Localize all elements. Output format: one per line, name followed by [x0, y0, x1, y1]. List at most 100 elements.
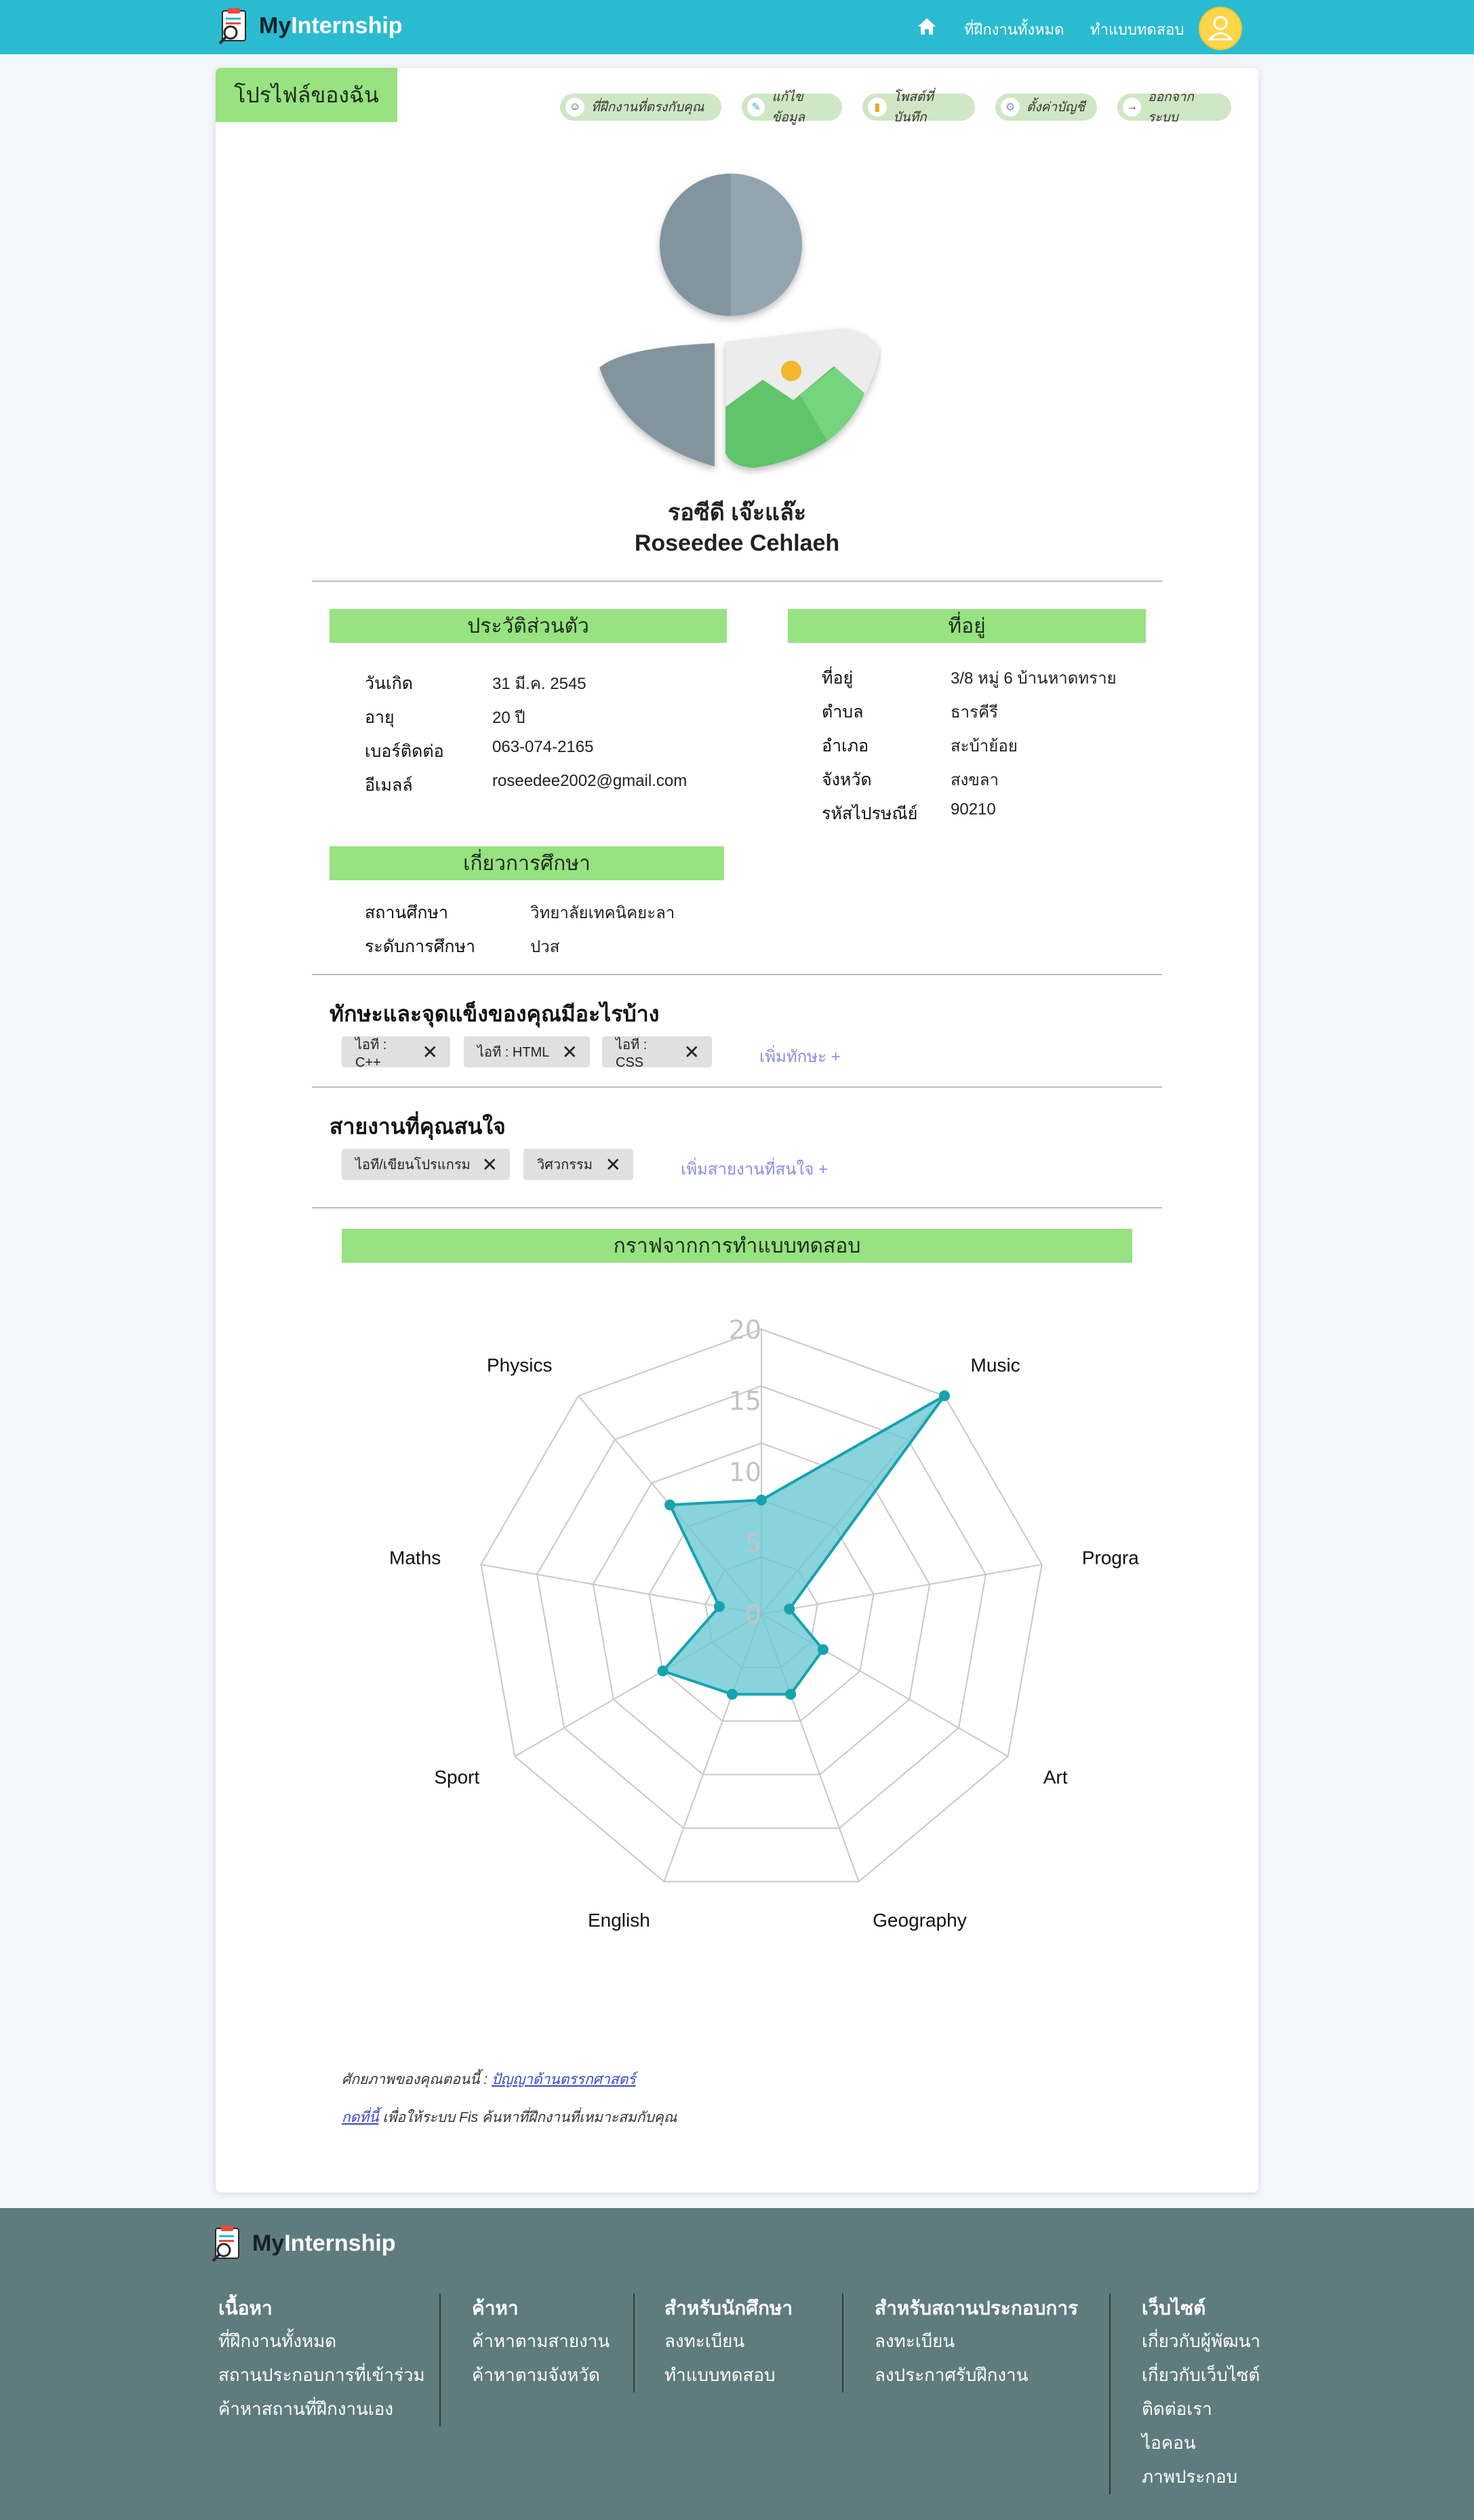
skill-chip-label: ไอที : HTML	[477, 1045, 550, 1060]
divider	[312, 1207, 1162, 1208]
email-value: roseedee2002@gmail.com	[492, 772, 688, 790]
district-label: อำเภอ	[822, 736, 869, 755]
phone-label: เบอร์ติดต่อ	[365, 742, 444, 761]
radar-data-point	[657, 1666, 669, 1676]
divider	[312, 580, 1162, 582]
personal-info-header: ประวัติส่วนตัว	[330, 609, 727, 643]
nav-take-test[interactable]: ทำแบบทดสอบ	[1090, 18, 1184, 41]
education-header: เกี่ยวการศึกษา	[330, 846, 724, 880]
radar-data-point	[784, 1603, 795, 1615]
footer-link[interactable]: ค้าหาสถานที่ฝึกงานเอง	[218, 2395, 393, 2423]
skill-chip: ไอที : C++ ✕	[342, 1036, 450, 1070]
skill-chip: ไอที : HTML ✕	[464, 1036, 590, 1067]
radar-category-label: Maths	[389, 1548, 441, 1569]
nav-all-internships[interactable]: ที่ฝึกงานทั้งหมด	[964, 18, 1064, 41]
add-interest-link[interactable]: เพิ่มสายงานที่สนใจ +	[681, 1156, 828, 1182]
name-thai: รอซีดี เจ๊ะแล๊ะ	[667, 500, 807, 526]
remove-icon[interactable]: ✕	[605, 1154, 621, 1176]
profile-picture-placeholder[interactable]	[597, 170, 881, 475]
interests-title: สายงานที่คุณสนใจ	[330, 1114, 506, 1139]
pill-label: ที่ฝึกงานที่ตรงกับคุณ	[591, 100, 704, 115]
pill-label: ออกจากระบบ	[1148, 90, 1194, 125]
remove-icon[interactable]: ✕	[422, 1041, 438, 1063]
footer-link[interactable]: ลงทะเบียน	[664, 2327, 744, 2355]
radar-tick-label: 10	[729, 1457, 761, 1487]
home-icon[interactable]	[917, 16, 937, 37]
pill-label: แก้ไขข้อมูล	[772, 90, 805, 125]
footer-link[interactable]: ไอคอน	[1142, 2429, 1195, 2457]
education-level-label: ระดับการศึกษา	[365, 937, 476, 956]
footer-link[interactable]: เกี่ยวกับผู้พัฒนา	[1142, 2327, 1260, 2355]
navbar: MyInternship ที่ฝึกงานทั้งหมด ทำแบบทดสอบ	[0, 0, 1474, 54]
skills-title: ทักษะและจุดแข็งของคุณมีอะไรบ้าง	[330, 1002, 660, 1026]
radar-category-label: Music	[971, 1354, 1020, 1375]
interest-chip-label: ไอที/เขียนโปรแกรม	[355, 1158, 471, 1173]
province-value: สงขลา	[951, 771, 999, 789]
logout-icon: →	[1123, 98, 1142, 117]
radar-chart: 05101520BiologyMusicProgrammArtGeography…	[389, 1315, 1139, 1931]
school-value: วิทยาลัยเทคนิคยะลา	[530, 904, 675, 922]
remove-icon[interactable]: ✕	[482, 1154, 498, 1176]
brand-my: My	[259, 12, 292, 39]
footer-link[interactable]: ลงประกาศรับฝึกงาน	[875, 2361, 1028, 2389]
footer-link[interactable]: ทำแบบทดสอบ	[664, 2361, 776, 2389]
footer-link[interactable]: ค้าหาตามจังหวัด	[472, 2361, 600, 2389]
saved-posts-button[interactable]: ▮ โพสต์ที่บันทึก	[862, 90, 975, 125]
search-hint: กดที่นี้ เพื่อให้ระบบ Fis ค้นหาที่ฝึกงาน…	[342, 2106, 677, 2129]
footer-website-title: เว็บไซต์	[1142, 2298, 1206, 2319]
potential-link[interactable]: ปัญญาด้านตรรกศาสตร์	[492, 2072, 635, 2087]
divider	[312, 1086, 1162, 1088]
edit-profile-button[interactable]: ✎ แก้ไขข้อมูล	[742, 90, 842, 125]
matched-internships-button[interactable]: ☺ ที่ฝึกงานที่ตรงกับคุณ	[560, 94, 721, 121]
radar-category-label: Sport	[434, 1767, 479, 1788]
brand-logo[interactable]: MyInternship	[216, 7, 403, 45]
footer-link[interactable]: ภาพประกอบ	[1142, 2463, 1237, 2491]
account-settings-button[interactable]: ⚙ ตั้งค่าบัญชี	[995, 94, 1097, 121]
education-level-value: ปวส	[530, 938, 560, 956]
footer-brand-logo[interactable]: MyInternship	[209, 2224, 396, 2262]
footer-link[interactable]: เกี่ยวกับเว็บไซต์	[1142, 2361, 1260, 2389]
radar-data-point	[938, 1390, 950, 1402]
birthday-value: 31 มี.ค. 2545	[492, 675, 586, 693]
pill-label: โพสต์ที่บันทึก	[893, 90, 934, 125]
radar-category-label: Art	[1043, 1767, 1068, 1788]
remove-icon[interactable]: ✕	[684, 1041, 700, 1063]
province-label: จังหวัด	[822, 770, 872, 789]
birthday-label: วันเกิด	[365, 674, 414, 693]
interest-chip: วิศวกรรม ✕	[523, 1149, 633, 1180]
footer-link[interactable]: สถานประกอบการที่เข้าร่วม	[218, 2361, 425, 2389]
postcode-value: 90210	[951, 800, 996, 819]
radar-data-point	[756, 1495, 767, 1505]
radar-tick-label: 0	[745, 1600, 761, 1630]
address-label: ที่อยู่	[822, 669, 854, 688]
footer-link[interactable]: ติดต่อเรา	[1142, 2395, 1212, 2423]
skill-chip: ไอที : CSS ✕	[602, 1036, 712, 1070]
footer-divider	[842, 2293, 843, 2393]
address-value: 3/8 หมู่ 6 บ้านหาดทราย	[951, 669, 1117, 688]
radar-series-area	[660, 1394, 946, 1696]
profile-tab[interactable]: โปรไฟล์ของฉัน	[216, 68, 397, 122]
name-english: Roseedee Cehlaeh	[634, 530, 840, 556]
subdistrict-value: ธารคีรี	[951, 703, 998, 722]
address-header: ที่อยู่	[788, 609, 1146, 643]
footer-search-title: ค้าหา	[472, 2298, 519, 2319]
skill-chip-label: ไอที : CSS	[616, 1037, 648, 1070]
footer-content-title: เนื้อหา	[218, 2298, 273, 2319]
logout-button[interactable]: → ออกจากระบบ	[1117, 90, 1231, 125]
footer-link[interactable]: ที่ฝึกงานทั้งหมด	[218, 2327, 336, 2355]
radar-data-point	[726, 1689, 738, 1700]
radar-category-label: Geography	[873, 1910, 967, 1931]
footer-link[interactable]: ค้าหาตามสายงาน	[472, 2327, 610, 2355]
add-skill-link[interactable]: เพิ่มทักษะ +	[759, 1043, 841, 1069]
brand-internship: Internship	[291, 12, 403, 39]
radar-data-point	[664, 1499, 676, 1511]
remove-icon[interactable]: ✕	[562, 1041, 578, 1063]
radar-tick-label: 5	[745, 1529, 761, 1558]
footer-link[interactable]: ลงทะเบียน	[875, 2327, 955, 2355]
district-value: สะบ้าย้อย	[951, 737, 1018, 755]
age-value: 20 ปี	[492, 709, 525, 727]
click-here-link[interactable]: กดที่นี้	[342, 2110, 379, 2125]
user-avatar-button[interactable]	[1199, 7, 1242, 50]
radar-tick-label: 20	[729, 1315, 761, 1345]
footer: MyInternship เนื้อหา ที่ฝึกงานทั้งหมด สถ…	[0, 2208, 1474, 2520]
